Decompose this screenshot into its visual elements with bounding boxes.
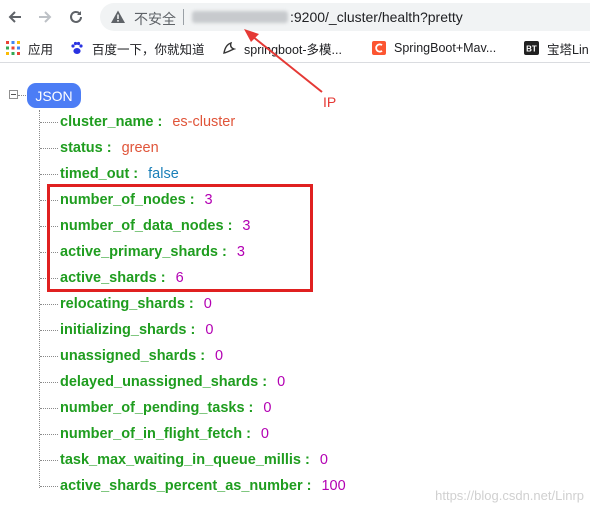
json-colon: : bbox=[106, 140, 112, 156]
json-value: 0 bbox=[263, 400, 272, 416]
json-key: active_shards_percent_as_number bbox=[60, 478, 303, 494]
json-colon: : bbox=[262, 374, 268, 390]
json-value: 100 bbox=[321, 478, 346, 494]
json-root-badge[interactable]: JSON bbox=[27, 83, 81, 108]
json-field-row: timed_out: false bbox=[40, 164, 179, 184]
tree-branch bbox=[40, 173, 58, 175]
json-value: es-cluster bbox=[172, 114, 236, 130]
json-value: 0 bbox=[203, 296, 212, 312]
tree-branch bbox=[40, 407, 58, 409]
json-field-row: cluster_name: es-cluster bbox=[40, 112, 235, 132]
json-key: initializing_shards bbox=[60, 322, 187, 338]
json-field-row: number_of_in_flight_fetch:0 bbox=[40, 424, 269, 444]
json-value: green bbox=[121, 140, 159, 156]
json-field-row: active_shards_percent_as_number:100 bbox=[40, 476, 346, 496]
json-value: 0 bbox=[205, 322, 214, 338]
tree-branch bbox=[40, 121, 58, 123]
json-field-row: unassigned_shards:0 bbox=[40, 346, 223, 366]
json-colon: : bbox=[188, 296, 194, 312]
tree-branch bbox=[40, 381, 58, 383]
json-viewer: JSON cluster_name: es-cluster status: green… bbox=[0, 0, 590, 515]
json-field-row: task_max_waiting_in_queue_millis:0 bbox=[40, 450, 328, 470]
json-colon: : bbox=[190, 322, 196, 338]
tree-branch bbox=[40, 147, 58, 149]
json-colon: : bbox=[157, 114, 163, 130]
json-field-row: delayed_unassigned_shards:0 bbox=[40, 372, 285, 392]
json-value: false bbox=[148, 166, 179, 182]
tree-branch bbox=[40, 329, 58, 331]
json-key: relocating_shards bbox=[60, 296, 185, 312]
tree-branch bbox=[40, 459, 58, 461]
json-field-row: number_of_pending_tasks:0 bbox=[40, 398, 271, 418]
json-key: delayed_unassigned_shards bbox=[60, 374, 259, 390]
json-field-row: relocating_shards:0 bbox=[40, 294, 212, 314]
json-key: status bbox=[60, 140, 103, 156]
tree-branch bbox=[40, 433, 58, 435]
json-value: 0 bbox=[277, 374, 286, 390]
json-key: unassigned_shards bbox=[60, 348, 197, 364]
json-key: number_of_in_flight_fetch bbox=[60, 426, 243, 442]
watermark: https://blog.csdn.net/Linrp bbox=[435, 488, 584, 503]
json-field-row: initializing_shards:0 bbox=[40, 320, 213, 340]
json-colon: : bbox=[133, 166, 139, 182]
json-colon: : bbox=[248, 400, 254, 416]
tree-branch bbox=[40, 485, 58, 487]
tree-branch bbox=[40, 355, 58, 357]
json-key: timed_out bbox=[60, 166, 130, 182]
collapse-toggle[interactable] bbox=[9, 90, 18, 99]
json-value: 0 bbox=[319, 452, 328, 468]
json-value: 0 bbox=[260, 426, 269, 442]
json-colon: : bbox=[246, 426, 251, 442]
json-key: cluster_name bbox=[60, 114, 154, 130]
json-colon: : bbox=[200, 348, 206, 364]
json-colon: : bbox=[304, 452, 310, 468]
tree-branch bbox=[40, 303, 58, 305]
json-field-row: status: green bbox=[40, 138, 159, 158]
json-value: 0 bbox=[215, 348, 224, 364]
json-key: number_of_pending_tasks bbox=[60, 400, 245, 416]
json-colon: : bbox=[306, 478, 312, 494]
json-key: task_max_waiting_in_queue_millis bbox=[60, 452, 301, 468]
ip-annotation-label: IP bbox=[323, 94, 337, 110]
highlight-box bbox=[47, 184, 313, 292]
